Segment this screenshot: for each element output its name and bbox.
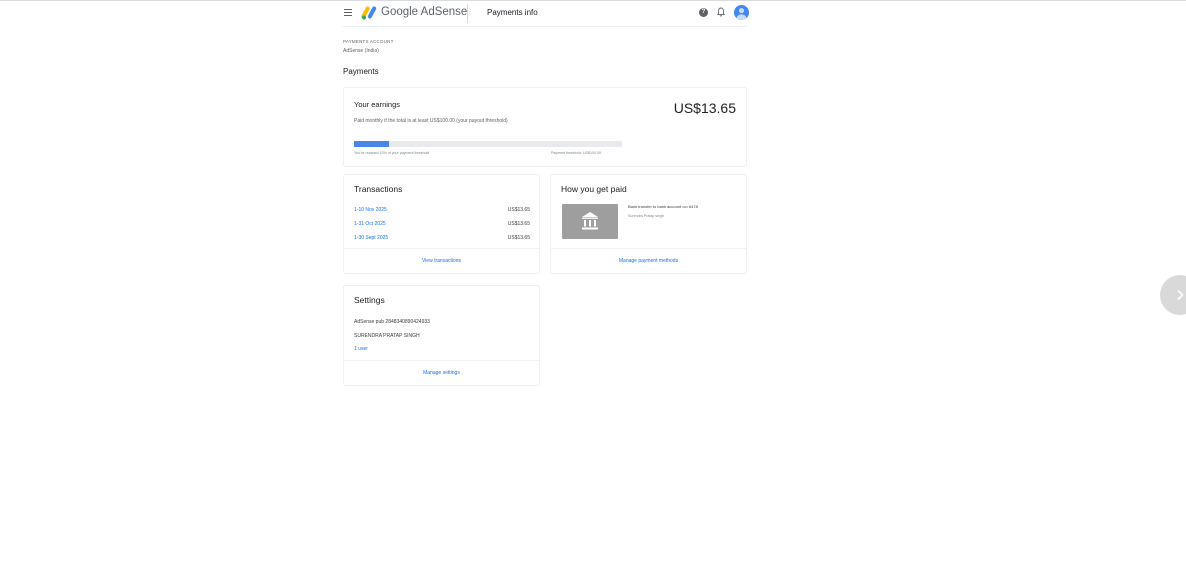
help-icon[interactable]: ? bbox=[699, 8, 708, 17]
chevron-right-icon bbox=[1177, 289, 1184, 301]
earnings-subtitle: Paid monthly if the total is at least US… bbox=[354, 118, 508, 124]
bank-icon bbox=[582, 212, 598, 230]
transaction-row: 1-10 Nov 2025 US$13.65 bbox=[354, 207, 530, 216]
page-title: Payments info bbox=[487, 8, 538, 17]
manage-payment-methods-link[interactable]: Manage payment methods bbox=[551, 258, 746, 264]
payment-method-footer: Manage payment methods bbox=[551, 248, 746, 273]
payment-threshold-text: Payment threshold: US$100.00 bbox=[551, 151, 601, 155]
top-header: Google AdSense Payments info ? bbox=[343, 0, 749, 27]
transaction-amount: US$13.65 bbox=[507, 207, 530, 213]
transaction-amount: US$13.65 bbox=[507, 221, 530, 227]
threshold-progress-fill bbox=[354, 141, 389, 147]
transactions-title: Transactions bbox=[354, 184, 403, 194]
next-arrow-button[interactable] bbox=[1160, 275, 1186, 315]
section-title: Payments bbox=[343, 67, 379, 76]
threshold-progress-bar bbox=[354, 141, 622, 147]
settings-card: Settings AdSense pub 2848340890424933 SU… bbox=[343, 285, 540, 386]
earnings-card: Your earnings US$13.65 Paid monthly if t… bbox=[343, 87, 747, 167]
publisher-id: AdSense pub 2848340890424933 bbox=[354, 319, 430, 325]
settings-title: Settings bbox=[354, 295, 385, 305]
payment-method-text: Bank transfer to bank account •••• 6478 bbox=[628, 204, 698, 209]
bank-tile bbox=[562, 204, 618, 239]
payments-account-label: PAYMENTS ACCOUNT bbox=[343, 39, 394, 44]
bell-icon[interactable] bbox=[717, 7, 725, 17]
menu-icon[interactable] bbox=[344, 9, 352, 16]
header-divider bbox=[467, 4, 468, 23]
view-transactions-link[interactable]: View transactions bbox=[344, 258, 539, 264]
adsense-logo-icon[interactable] bbox=[361, 5, 377, 20]
earnings-title: Your earnings bbox=[354, 100, 401, 109]
manage-settings-link[interactable]: Manage settings bbox=[344, 370, 539, 376]
transactions-footer: View transactions bbox=[344, 248, 539, 273]
account-name: SURENDRA PRATAP SINGH bbox=[354, 333, 420, 339]
account-holder-name: Surendra Pratap singh bbox=[628, 214, 664, 218]
earnings-amount: US$13.65 bbox=[673, 100, 736, 116]
transaction-row: 1-31 Oct 2025 US$13.65 bbox=[354, 221, 530, 230]
settings-footer: Manage settings bbox=[344, 360, 539, 385]
transaction-row: 1-30 Sept 2025 US$13.65 bbox=[354, 235, 530, 244]
transaction-period-link[interactable]: 1-30 Sept 2025 bbox=[354, 235, 388, 241]
avatar[interactable] bbox=[734, 5, 749, 20]
transaction-period-link[interactable]: 1-31 Oct 2025 bbox=[354, 221, 386, 227]
progress-reached-text: You've reached 13% of your payment thres… bbox=[354, 151, 430, 155]
user-avatar-icon bbox=[736, 8, 747, 20]
users-link[interactable]: 1 user bbox=[354, 346, 368, 352]
transaction-amount: US$13.65 bbox=[507, 235, 530, 241]
payment-method-card: How you get paid Bank transfer to bank a… bbox=[550, 174, 747, 274]
transaction-period-link[interactable]: 1-10 Nov 2025 bbox=[354, 207, 387, 213]
payment-method-title: How you get paid bbox=[561, 184, 627, 194]
brand-name[interactable]: Google AdSense bbox=[381, 6, 467, 18]
payments-account-value: AdSense (India) bbox=[343, 48, 379, 54]
transactions-card: Transactions 1-10 Nov 2025 US$13.65 1-31… bbox=[343, 174, 540, 274]
